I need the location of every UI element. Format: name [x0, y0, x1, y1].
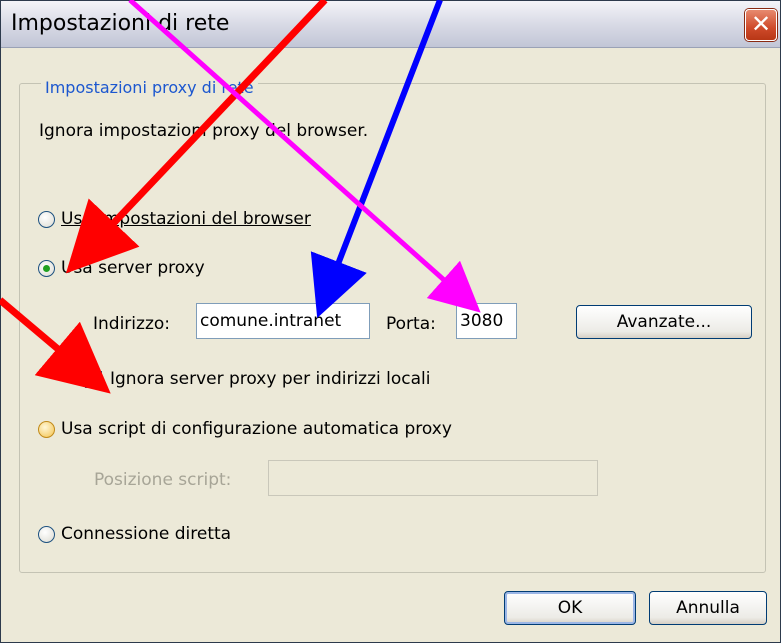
- radio-button[interactable]: [38, 420, 55, 438]
- radio-label: Connessione diretta: [61, 524, 232, 544]
- port-input[interactable]: 3080: [456, 303, 517, 339]
- title-bar[interactable]: Impostazioni di rete ✕: [1, 1, 780, 48]
- group-legend: Impostazioni proxy di rete: [41, 78, 258, 97]
- radio-label: Usa impostazioni del browser: [61, 209, 311, 229]
- address-label: Indirizzo:: [93, 314, 170, 334]
- bypass-local-checkbox-row[interactable]: Ignora server proxy per indirizzi locali: [85, 369, 431, 389]
- radio-label: Usa script di configurazione automatica …: [61, 419, 452, 439]
- advanced-button[interactable]: Avanzate...: [576, 305, 752, 339]
- radio-button-selected[interactable]: [38, 259, 55, 277]
- ok-button[interactable]: OK: [504, 591, 636, 625]
- bypass-local-checkbox[interactable]: [85, 370, 102, 388]
- close-icon: ✕: [750, 10, 772, 38]
- group-description: Ignora impostazioni proxy del browser.: [39, 121, 369, 141]
- address-input[interactable]: comune.intranet: [196, 303, 370, 339]
- network-settings-dialog: Impostazioni di rete ✕ Impostazioni prox…: [0, 0, 781, 643]
- dialog-title: Impostazioni di rete: [11, 11, 230, 36]
- radio-direct-connection[interactable]: Connessione diretta: [38, 524, 231, 544]
- bypass-local-label: Ignora server proxy per indirizzi locali: [110, 369, 431, 389]
- radio-auto-config-script[interactable]: Usa script di configurazione automatica …: [38, 419, 452, 439]
- radio-button[interactable]: [38, 525, 55, 543]
- close-button[interactable]: ✕: [745, 9, 777, 41]
- port-label: Porta:: [386, 314, 436, 334]
- radio-use-browser-settings[interactable]: Usa impostazioni del browser: [38, 209, 311, 229]
- script-location-input: [268, 460, 598, 496]
- radio-label: Usa server proxy: [61, 258, 205, 278]
- radio-button[interactable]: [38, 210, 55, 228]
- script-location-label: Posizione script:: [94, 470, 232, 490]
- radio-use-server-proxy[interactable]: Usa server proxy: [38, 258, 205, 278]
- cancel-button[interactable]: Annulla: [649, 591, 767, 625]
